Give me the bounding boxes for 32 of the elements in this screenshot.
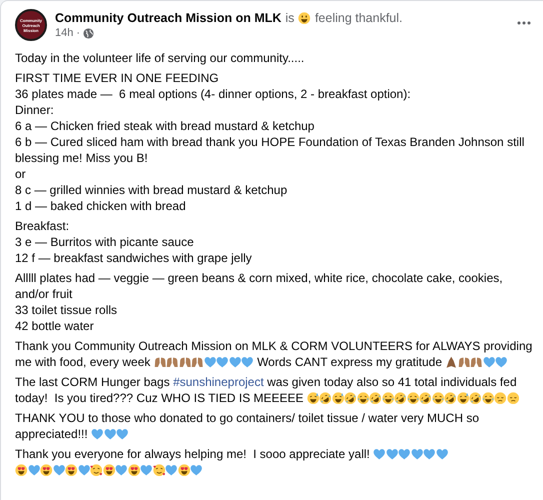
post-text: today! Is you tired??? Cuz WHO IS TIED IS MEEEEE <box>15 390 305 406</box>
post-text: THANK YOU to those who donated to go containers/ toilet tissue / water very MUCH so <box>15 410 479 426</box>
author-name[interactable]: Community Outreach Mission on MLK <box>55 11 282 25</box>
post-text: 33 toilet tissue rolls <box>15 302 118 318</box>
post-text: Thank you Community Outreach Mission on MLK & CORM VOLUNTEERS for ALWAYS providing <box>15 338 532 354</box>
post-text: The last CORM Hunger bags <box>15 374 171 390</box>
activity-text: is <box>285 11 294 25</box>
post-text: 6 a — Chicken fried steak with bread mustard & ketchup <box>15 118 314 134</box>
post-text: Alllll plates had — veggie — green beans & corn mixed, white rice, chocolate cake, cookies, <box>15 270 503 286</box>
post-text: blessing me! Miss you B! <box>15 150 148 166</box>
post-text: Thank you everyone for always helping me! I sooo appreciate yall! <box>15 446 371 462</box>
post-time[interactable]: 14h <box>55 27 74 39</box>
post-text: me with food, every week <box>15 354 152 370</box>
post-text: 12 f — breakfast sandwiches with grape jelly <box>15 250 252 266</box>
post-text: Dinner: <box>15 102 54 118</box>
hashtag-link[interactable]: #sunshineproject <box>173 374 264 390</box>
post-text: FIRST TIME EVER IN ONE FEEDING <box>15 70 219 86</box>
activity-text: feeling thankful. <box>314 11 402 25</box>
post-text: or <box>15 166 26 182</box>
post-text: 36 plates made — 6 meal options (4- dinner options, 2 - breakfast option): <box>15 86 411 102</box>
post-text: was given today also so 41 total individuals fed <box>266 374 517 390</box>
separator-dot: · <box>76 27 80 39</box>
post-text: 42 bottle water <box>15 318 94 334</box>
post-text: Words CANT express my gratitude <box>256 354 444 370</box>
post-text: Breakfast: <box>15 218 70 234</box>
post-text: and/or fruit <box>15 286 72 302</box>
post-text: 8 c — grilled winnies with bread mustard & ketchup <box>15 182 288 198</box>
post-text: Today in the volunteer life of serving our community..... <box>15 50 304 66</box>
post-text: 3 e — Burritos with picante sauce <box>15 234 194 250</box>
post-text: 1 d — baked chicken with bread <box>15 198 186 214</box>
post-text: appreciated!!! <box>15 426 89 442</box>
post-text: 6 b — Cured sliced ham with bread thank you HOPE Foundation of Texas Branden Johnson still <box>15 134 524 150</box>
